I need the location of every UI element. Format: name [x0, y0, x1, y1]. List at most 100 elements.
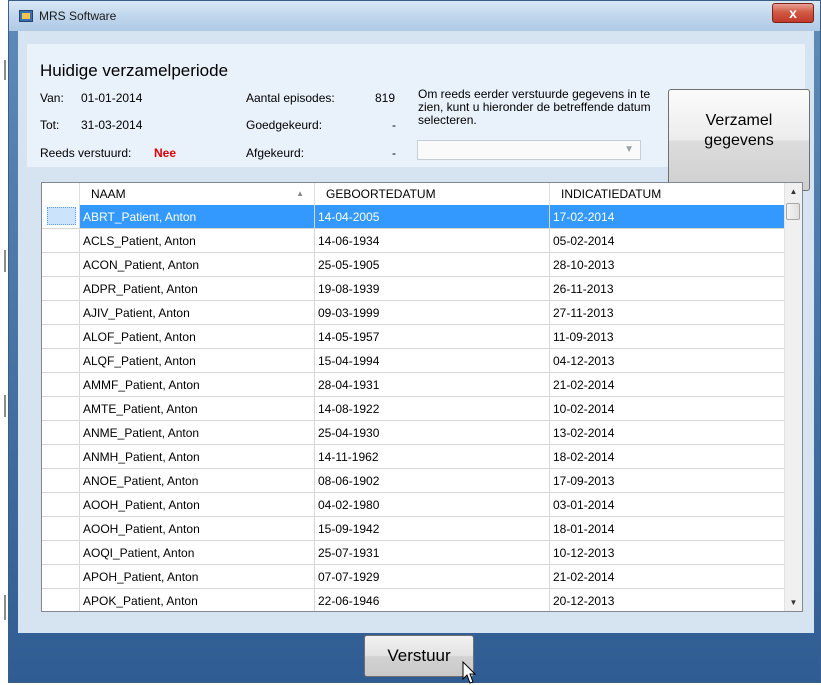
- gather-data-button[interactable]: Verzamel gegevens: [668, 89, 810, 191]
- indication-date-cell[interactable]: 10-12-2013: [550, 541, 785, 565]
- patient-grid: NAAM ▲ GEBOORTEDATUM INDICATIEDATUM ABRT…: [41, 182, 803, 612]
- column-header-name[interactable]: NAAM ▲: [80, 183, 315, 205]
- indication-date-cell[interactable]: 27-11-2013: [550, 301, 785, 325]
- table-row[interactable]: ACLS_Patient, Anton 14-06-1934 05-02-2014: [42, 229, 802, 253]
- name-cell[interactable]: ADPR_Patient, Anton: [80, 277, 315, 301]
- name-cell[interactable]: ACLS_Patient, Anton: [80, 229, 315, 253]
- name-cell[interactable]: ANME_Patient, Anton: [80, 421, 315, 445]
- table-row[interactable]: ALOF_Patient, Anton 14-05-1957 11-09-2013: [42, 325, 802, 349]
- table-row[interactable]: ANMH_Patient, Anton 14-11-1962 18-02-2014: [42, 445, 802, 469]
- scroll-down-icon[interactable]: ▼: [785, 594, 802, 611]
- indication-date-cell[interactable]: 20-12-2013: [550, 589, 785, 611]
- scroll-up-icon[interactable]: ▲: [785, 183, 802, 200]
- table-row[interactable]: ADPR_Patient, Anton 19-08-1939 26-11-2013: [42, 277, 802, 301]
- name-cell[interactable]: AMTE_Patient, Anton: [80, 397, 315, 421]
- indication-date-cell[interactable]: 26-11-2013: [550, 277, 785, 301]
- title-bar[interactable]: MRS Software x: [9, 1, 820, 31]
- row-header[interactable]: [42, 301, 80, 325]
- scroll-thumb[interactable]: [786, 203, 800, 220]
- row-header[interactable]: [42, 541, 80, 565]
- birthdate-cell[interactable]: 15-09-1942: [315, 517, 550, 541]
- name-cell[interactable]: ACON_Patient, Anton: [80, 253, 315, 277]
- name-cell[interactable]: AOQI_Patient, Anton: [80, 541, 315, 565]
- table-row[interactable]: ABRT_Patient, Anton 14-04-2005 17-02-2014: [42, 205, 802, 229]
- table-row[interactable]: ACON_Patient, Anton 25-05-1905 28-10-2013: [42, 253, 802, 277]
- name-cell[interactable]: ALQF_Patient, Anton: [80, 349, 315, 373]
- row-header[interactable]: [42, 565, 80, 589]
- row-header[interactable]: [42, 253, 80, 277]
- table-row[interactable]: ALQF_Patient, Anton 15-04-1994 04-12-2013: [42, 349, 802, 373]
- row-header[interactable]: [42, 205, 80, 229]
- indication-date-cell[interactable]: 21-02-2014: [550, 565, 785, 589]
- birthdate-cell[interactable]: 14-08-1922: [315, 397, 550, 421]
- birthdate-cell[interactable]: 14-04-2005: [315, 205, 550, 229]
- indication-date-cell[interactable]: 05-02-2014: [550, 229, 785, 253]
- name-cell[interactable]: AMMF_Patient, Anton: [80, 373, 315, 397]
- column-header-birthdate[interactable]: GEBOORTEDATUM: [315, 183, 550, 205]
- indication-date-cell[interactable]: 21-02-2014: [550, 373, 785, 397]
- birthdate-cell[interactable]: 14-11-1962: [315, 445, 550, 469]
- table-row[interactable]: AOOH_Patient, Anton 15-09-1942 18-01-2014: [42, 517, 802, 541]
- indication-date-cell[interactable]: 18-02-2014: [550, 445, 785, 469]
- row-header[interactable]: [42, 229, 80, 253]
- vertical-scrollbar[interactable]: ▲ ▼: [784, 183, 802, 611]
- table-row[interactable]: APOK_Patient, Anton 22-06-1946 20-12-2013: [42, 589, 802, 611]
- birthdate-cell[interactable]: 25-05-1905: [315, 253, 550, 277]
- birthdate-cell[interactable]: 15-04-1994: [315, 349, 550, 373]
- name-cell[interactable]: ANMH_Patient, Anton: [80, 445, 315, 469]
- row-header[interactable]: [42, 277, 80, 301]
- table-row[interactable]: ANOE_Patient, Anton 08-06-1902 17-09-2013: [42, 469, 802, 493]
- birthdate-cell[interactable]: 09-03-1999: [315, 301, 550, 325]
- name-cell[interactable]: AJIV_Patient, Anton: [80, 301, 315, 325]
- table-row[interactable]: APOH_Patient, Anton 07-07-1929 21-02-2014: [42, 565, 802, 589]
- birthdate-cell[interactable]: 14-06-1934: [315, 229, 550, 253]
- indication-date-cell[interactable]: 10-02-2014: [550, 397, 785, 421]
- close-button[interactable]: x: [772, 3, 814, 23]
- row-header[interactable]: [42, 325, 80, 349]
- name-cell[interactable]: ALOF_Patient, Anton: [80, 325, 315, 349]
- birthdate-cell[interactable]: 25-04-1930: [315, 421, 550, 445]
- row-header[interactable]: [42, 445, 80, 469]
- birthdate-cell[interactable]: 14-05-1957: [315, 325, 550, 349]
- table-row[interactable]: AMTE_Patient, Anton 14-08-1922 10-02-2014: [42, 397, 802, 421]
- name-cell[interactable]: AOOH_Patient, Anton: [80, 493, 315, 517]
- birthdate-cell[interactable]: 25-07-1931: [315, 541, 550, 565]
- row-header[interactable]: [42, 589, 80, 611]
- table-row[interactable]: ANME_Patient, Anton 25-04-1930 13-02-2014: [42, 421, 802, 445]
- indication-date-cell[interactable]: 18-01-2014: [550, 517, 785, 541]
- name-cell[interactable]: ABRT_Patient, Anton: [80, 205, 315, 229]
- send-button[interactable]: Verstuur: [364, 635, 474, 677]
- indication-date-cell[interactable]: 04-12-2013: [550, 349, 785, 373]
- indication-date-cell[interactable]: 17-02-2014: [550, 205, 785, 229]
- row-header[interactable]: [42, 421, 80, 445]
- name-cell[interactable]: APOK_Patient, Anton: [80, 589, 315, 611]
- birthdate-cell[interactable]: 08-06-1902: [315, 469, 550, 493]
- indication-date-cell[interactable]: 17-09-2013: [550, 469, 785, 493]
- name-cell[interactable]: AOOH_Patient, Anton: [80, 517, 315, 541]
- table-row[interactable]: AJIV_Patient, Anton 09-03-1999 27-11-2013: [42, 301, 802, 325]
- from-label: Van:: [40, 91, 64, 105]
- birthdate-cell[interactable]: 19-08-1939: [315, 277, 550, 301]
- column-header-indication-date[interactable]: INDICATIEDATUM: [550, 183, 785, 205]
- birthdate-cell[interactable]: 28-04-1931: [315, 373, 550, 397]
- birthdate-cell[interactable]: 07-07-1929: [315, 565, 550, 589]
- row-header[interactable]: [42, 397, 80, 421]
- name-cell[interactable]: APOH_Patient, Anton: [80, 565, 315, 589]
- name-cell[interactable]: ANOE_Patient, Anton: [80, 469, 315, 493]
- indication-date-cell[interactable]: 11-09-2013: [550, 325, 785, 349]
- table-row[interactable]: AMMF_Patient, Anton 28-04-1931 21-02-2014: [42, 373, 802, 397]
- date-select[interactable]: ▼: [417, 140, 641, 160]
- approved-label: Goedgekeurd:: [246, 118, 323, 132]
- row-header[interactable]: [42, 517, 80, 541]
- table-row[interactable]: AOQI_Patient, Anton 25-07-1931 10-12-2013: [42, 541, 802, 565]
- indication-date-cell[interactable]: 13-02-2014: [550, 421, 785, 445]
- indication-date-cell[interactable]: 28-10-2013: [550, 253, 785, 277]
- row-header[interactable]: [42, 349, 80, 373]
- row-header[interactable]: [42, 373, 80, 397]
- table-row[interactable]: AOOH_Patient, Anton 04-02-1980 03-01-2014: [42, 493, 802, 517]
- indication-date-cell[interactable]: 03-01-2014: [550, 493, 785, 517]
- row-header[interactable]: [42, 469, 80, 493]
- birthdate-cell[interactable]: 04-02-1980: [315, 493, 550, 517]
- birthdate-cell[interactable]: 22-06-1946: [315, 589, 550, 611]
- row-header[interactable]: [42, 493, 80, 517]
